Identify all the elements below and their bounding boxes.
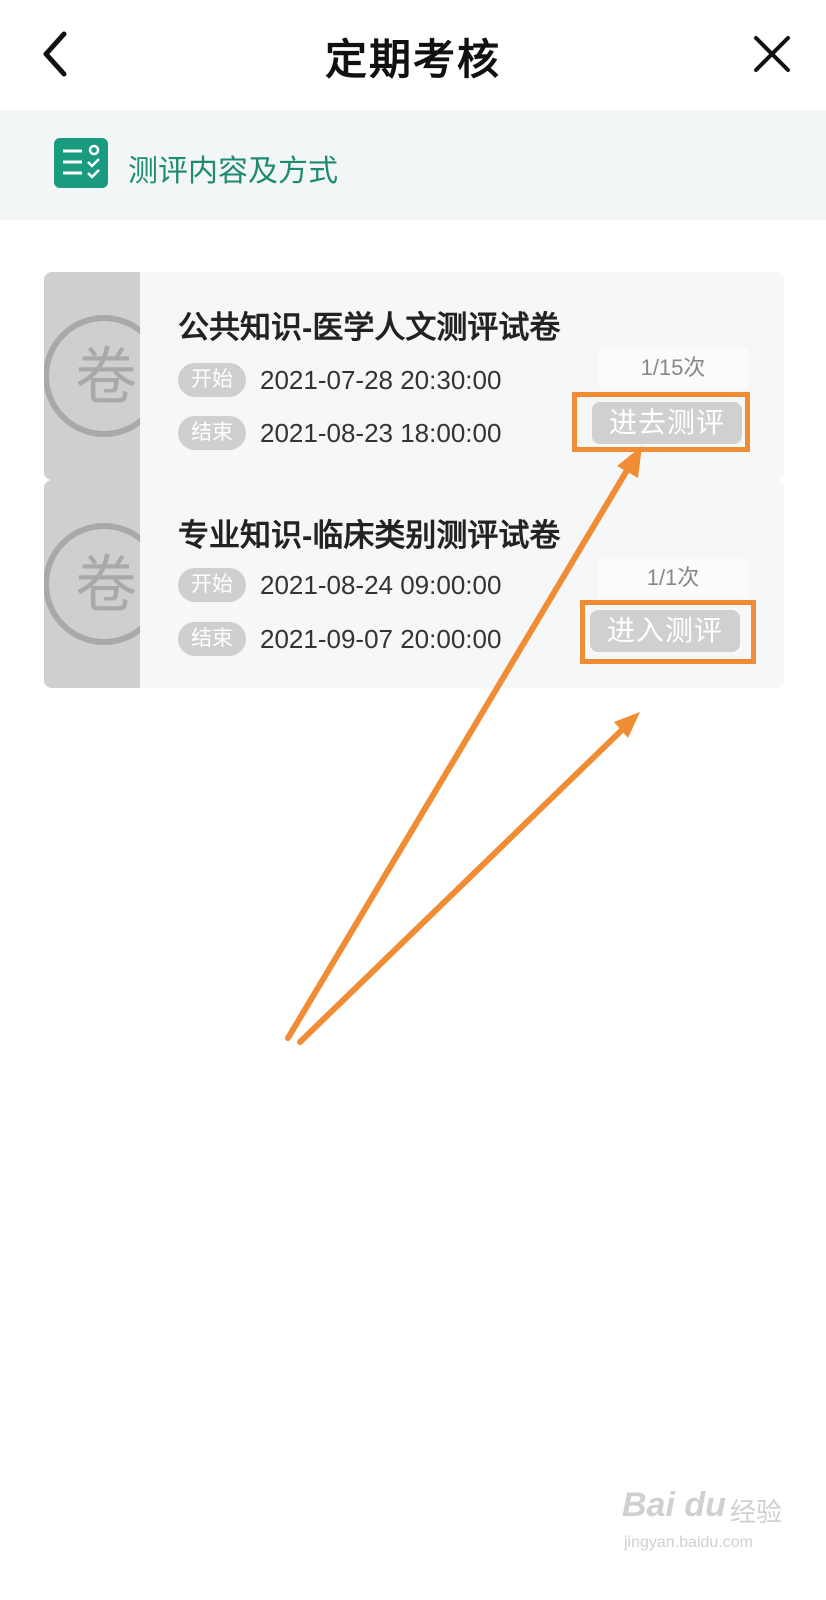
exam-title: 专业知识-临床类别测评试卷 <box>178 518 561 553</box>
annotation-arrow-head <box>614 712 640 738</box>
attempt-count: 1/1次 <box>598 558 748 598</box>
exam-title: 公共知识-医学人文测评试卷 <box>178 310 561 345</box>
annotation-highlight-box <box>580 600 756 664</box>
annotation-arrow-line <box>297 723 629 1045</box>
start-tag: 开始 <box>178 568 246 602</box>
paper-badge-icon: 卷 <box>44 480 165 688</box>
start-time: 2021-08-24 09:00:00 <box>260 570 502 600</box>
section-header <box>0 110 826 220</box>
close-button[interactable] <box>750 32 794 76</box>
watermark-url: jingyan.baidu.com <box>624 1534 753 1551</box>
checklist-icon <box>54 138 108 188</box>
end-tag: 结束 <box>178 622 246 656</box>
end-tag: 结束 <box>178 416 246 450</box>
paper-badge-icon: 卷 <box>44 272 165 480</box>
page-title: 定期考核 <box>324 36 501 83</box>
annotation-highlight-box <box>572 392 750 452</box>
paper-badge-text: 卷 <box>75 340 137 413</box>
close-icon <box>754 36 790 72</box>
baidu-jingyan-watermark: Bai du 经验 jingyan.baidu.com <box>622 1486 782 1558</box>
attempt-count: 1/15次 <box>598 348 748 388</box>
end-time: 2021-09-07 20:00:00 <box>260 624 502 654</box>
watermark-brand-cn: 经验 <box>730 1497 783 1527</box>
watermark-brand: Bai du <box>622 1486 726 1524</box>
section-title: 测评内容及方式 <box>128 155 338 188</box>
annotation-arrows <box>285 446 642 1045</box>
start-tag: 开始 <box>178 363 246 397</box>
top-nav-bar: 定期考核 <box>0 0 826 110</box>
paper-badge-text: 卷 <box>75 548 137 621</box>
start-time: 2021-07-28 20:30:00 <box>260 365 502 395</box>
end-time: 2021-08-23 18:00:00 <box>260 418 502 448</box>
